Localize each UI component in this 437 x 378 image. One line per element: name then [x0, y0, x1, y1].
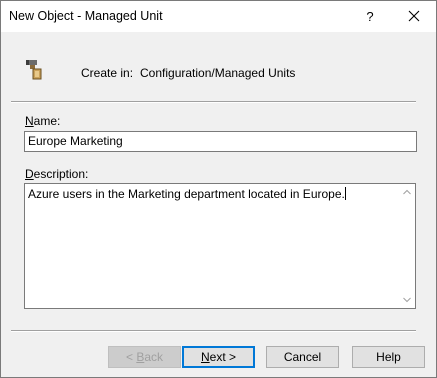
description-text: Azure users in the Marketing department …	[28, 187, 346, 201]
description-label: Description:	[25, 167, 89, 181]
name-input[interactable]: Europe Marketing	[24, 131, 417, 152]
close-icon	[408, 10, 420, 22]
separator-bottom	[11, 330, 416, 332]
help-button[interactable]: Help	[352, 346, 425, 368]
name-label: Name:	[25, 114, 61, 128]
tool-icon	[26, 60, 42, 80]
create-in-label: Create in:	[81, 66, 134, 80]
close-button[interactable]	[397, 1, 431, 32]
cancel-button[interactable]: Cancel	[266, 346, 339, 368]
scroll-up-icon[interactable]	[403, 188, 411, 196]
back-button[interactable]: < Back	[108, 346, 181, 368]
title-bar: New Object - Managed Unit ?	[1, 1, 436, 32]
separator-top	[11, 101, 416, 103]
description-scrollbar[interactable]	[399, 184, 415, 308]
help-title-button[interactable]: ?	[353, 1, 387, 32]
create-in-path: Configuration/Managed Units	[140, 66, 296, 80]
scroll-down-icon[interactable]	[403, 296, 411, 304]
text-caret	[344, 187, 346, 200]
next-button[interactable]: Next >	[182, 346, 255, 368]
description-textarea[interactable]: Azure users in the Marketing department …	[24, 183, 416, 309]
window-title: New Object - Managed Unit	[9, 9, 163, 23]
dialog-window: New Object - Managed Unit ? Create in: C…	[0, 0, 437, 378]
